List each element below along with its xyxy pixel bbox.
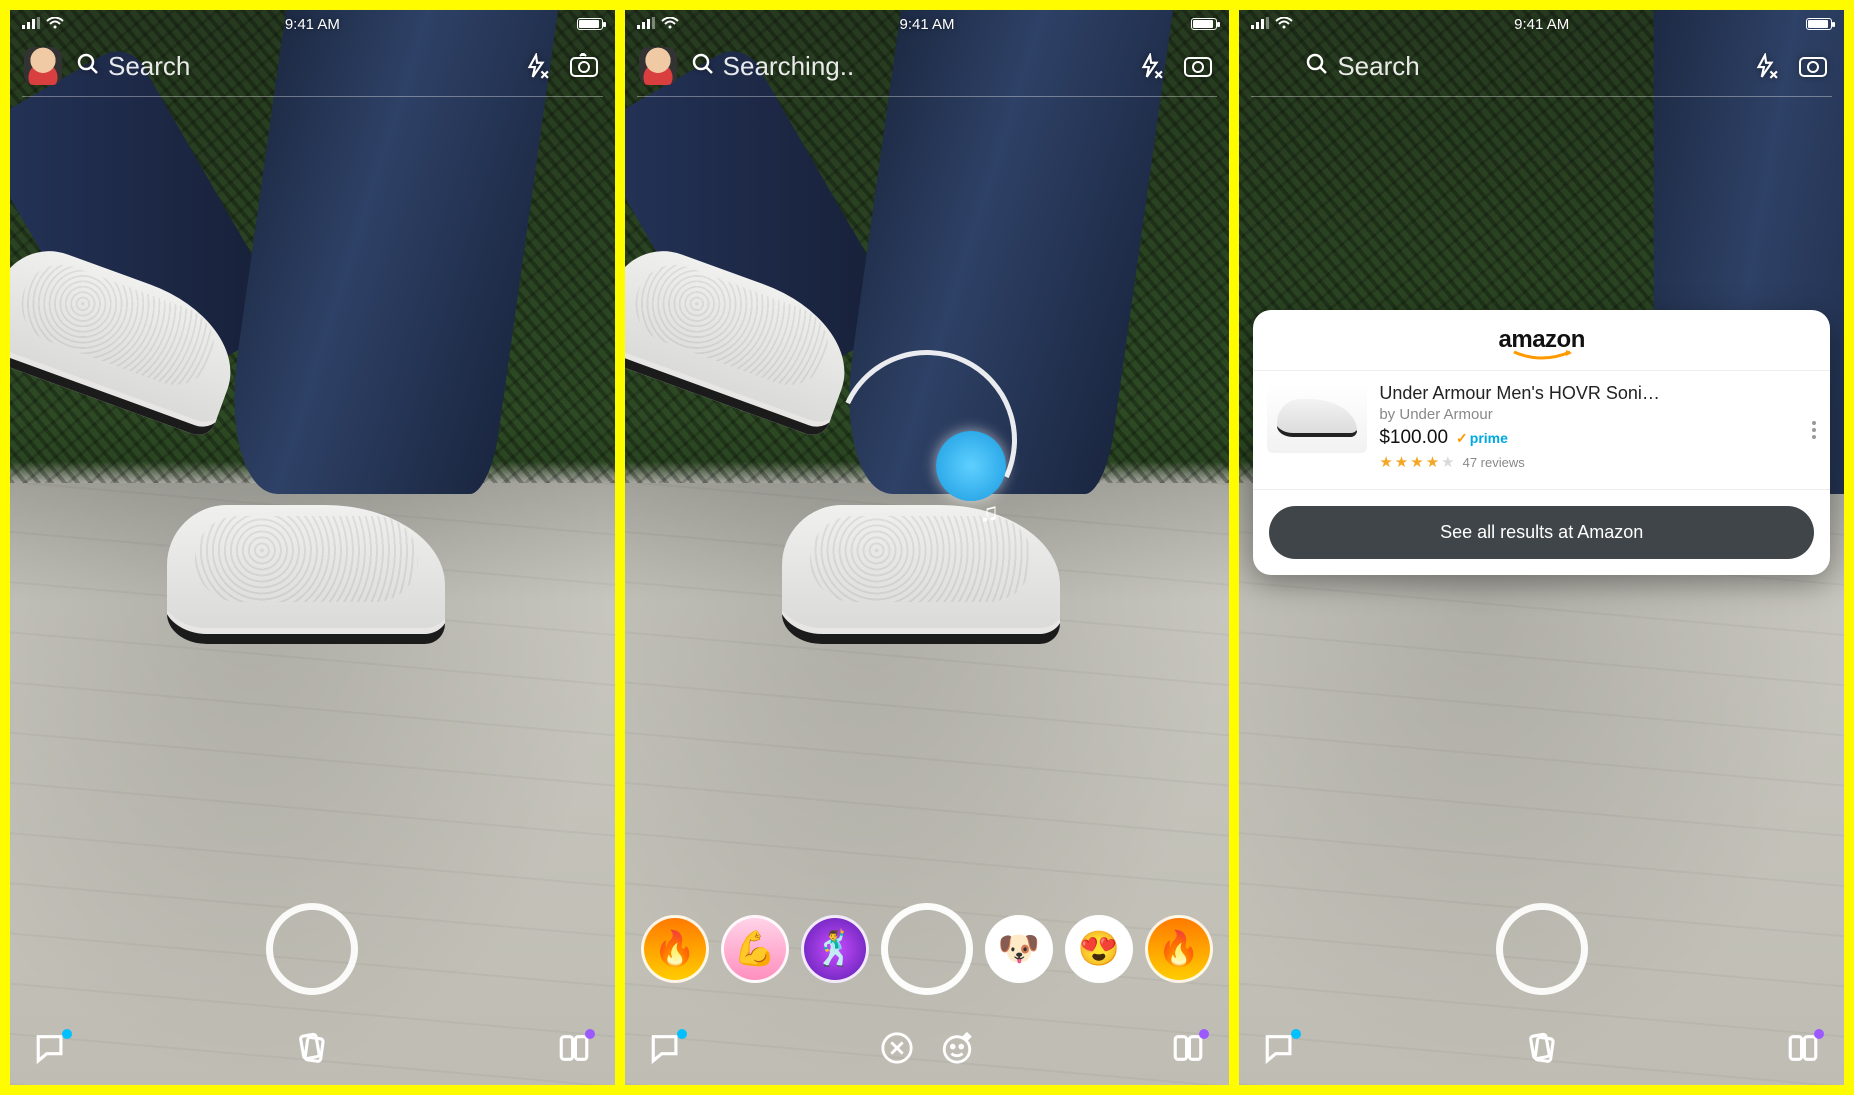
product-result-card: amazon Under Armour Men's HOVR Soni… by … bbox=[1253, 310, 1830, 575]
chat-notification-dot bbox=[677, 1029, 687, 1039]
bottom-nav bbox=[625, 1015, 1230, 1085]
top-bar: Search bbox=[10, 40, 615, 92]
status-time: 9:41 AM bbox=[10, 16, 615, 33]
search-label: Searching.. bbox=[723, 51, 855, 82]
scan-arc-icon bbox=[812, 325, 1043, 556]
status-time: 9:41 AM bbox=[625, 16, 1230, 33]
chat-notification-dot bbox=[1291, 1029, 1301, 1039]
scan-indicator: ♫ bbox=[837, 350, 1017, 530]
subject-shoe bbox=[167, 505, 445, 645]
close-lenses-button[interactable] bbox=[880, 1031, 914, 1070]
prime-badge: prime bbox=[1456, 430, 1508, 447]
flash-toggle[interactable] bbox=[519, 49, 553, 83]
chat-tab[interactable] bbox=[34, 1031, 68, 1070]
battery-icon bbox=[577, 18, 603, 30]
camera-flip-button[interactable] bbox=[1181, 49, 1215, 83]
camera-flip-button[interactable] bbox=[567, 49, 601, 83]
bottom-nav bbox=[10, 1015, 615, 1085]
capture-button[interactable] bbox=[266, 903, 358, 995]
search-label: Search bbox=[1337, 51, 1419, 82]
capture-button[interactable] bbox=[1496, 903, 1588, 995]
top-bar: Search bbox=[1239, 40, 1844, 92]
chat-tab[interactable] bbox=[649, 1031, 683, 1070]
chat-notification-dot bbox=[62, 1029, 72, 1039]
search-icon bbox=[691, 52, 715, 81]
music-note-icon: ♫ bbox=[980, 497, 1000, 528]
search-button[interactable]: Search bbox=[1305, 51, 1734, 82]
memories-tab[interactable] bbox=[1525, 1031, 1559, 1070]
status-bar: 9:41 AM bbox=[625, 10, 1230, 38]
flash-toggle[interactable] bbox=[1748, 49, 1782, 83]
stories-tab[interactable] bbox=[557, 1031, 591, 1070]
star-icon: ★ bbox=[1395, 453, 1408, 471]
product-rating: ★ ★ ★ ★ ★ 47 reviews bbox=[1379, 453, 1816, 471]
stories-tab[interactable] bbox=[1786, 1031, 1820, 1070]
topbar-divider bbox=[637, 96, 1218, 97]
product-thumbnail bbox=[1267, 383, 1367, 453]
lens-emoji: 🕺 bbox=[814, 929, 856, 969]
more-options-button[interactable] bbox=[1812, 421, 1816, 439]
lens-emoji: 💪 bbox=[734, 929, 776, 969]
search-icon bbox=[1305, 52, 1329, 81]
memories-tab[interactable] bbox=[295, 1031, 329, 1070]
star-icon: ★ bbox=[1426, 453, 1439, 471]
status-bar: 9:41 AM bbox=[1239, 10, 1844, 38]
bitmoji-avatar[interactable] bbox=[24, 47, 62, 85]
battery-icon bbox=[1191, 18, 1217, 30]
star-icon: ★ bbox=[1379, 453, 1392, 471]
topbar-divider bbox=[1251, 96, 1832, 97]
lens-emoji: 😍 bbox=[1078, 929, 1120, 969]
capture-button[interactable] bbox=[881, 903, 973, 995]
phone-screen-3: 9:41 AM Search amazon Under Armo bbox=[1239, 10, 1844, 1085]
amazon-logo: amazon bbox=[1253, 326, 1830, 360]
lens-emoji: 🐶 bbox=[998, 929, 1040, 969]
bitmoji-avatar[interactable] bbox=[639, 47, 677, 85]
store-header: amazon bbox=[1253, 310, 1830, 370]
lens-item[interactable]: 😍 bbox=[1065, 915, 1133, 983]
product-title: Under Armour Men's HOVR Soni… bbox=[1379, 383, 1816, 404]
scan-focus-dot bbox=[936, 431, 1006, 501]
see-all-results-button[interactable]: See all results at Amazon bbox=[1269, 506, 1814, 559]
status-time: 9:41 AM bbox=[1239, 16, 1844, 33]
search-button[interactable]: Searching.. bbox=[691, 51, 1120, 82]
flash-toggle[interactable] bbox=[1133, 49, 1167, 83]
reviews-count: 47 reviews bbox=[1463, 455, 1525, 470]
phone-screen-1: 9:41 AM Search bbox=[10, 10, 615, 1085]
search-label: Search bbox=[108, 51, 190, 82]
lens-item[interactable]: 🔥 bbox=[1145, 915, 1213, 983]
lens-item[interactable]: 🔥 bbox=[641, 915, 709, 983]
lens-item[interactable]: 🕺 bbox=[801, 915, 869, 983]
lens-explorer-button[interactable] bbox=[940, 1031, 974, 1070]
topbar-divider bbox=[22, 96, 603, 97]
lens-emoji: 🔥 bbox=[654, 929, 696, 969]
search-icon bbox=[76, 52, 100, 81]
lens-carousel[interactable]: 🔥 💪 🕺 🐶 😍 🔥 bbox=[625, 903, 1230, 995]
lens-item[interactable]: 💪 bbox=[721, 915, 789, 983]
stories-tab[interactable] bbox=[1171, 1031, 1205, 1070]
stories-notification-dot bbox=[585, 1029, 595, 1039]
star-icon: ★ bbox=[1441, 453, 1454, 471]
stories-notification-dot bbox=[1814, 1029, 1824, 1039]
product-brand: by Under Armour bbox=[1379, 406, 1816, 423]
phone-screen-2: 9:41 AM Searching.. ♫ 🔥 💪 🕺 🐶 😍 🔥 bbox=[625, 10, 1230, 1085]
camera-flip-button[interactable] bbox=[1796, 49, 1830, 83]
chat-tab[interactable] bbox=[1263, 1031, 1297, 1070]
star-icon: ★ bbox=[1410, 453, 1423, 471]
product-row[interactable]: Under Armour Men's HOVR Soni… by Under A… bbox=[1253, 370, 1830, 490]
top-bar: Searching.. bbox=[625, 40, 1230, 92]
lens-item[interactable]: 🐶 bbox=[985, 915, 1053, 983]
status-bar: 9:41 AM bbox=[10, 10, 615, 38]
search-button[interactable]: Search bbox=[76, 51, 505, 82]
product-price: $100.00 bbox=[1379, 427, 1448, 449]
battery-icon bbox=[1806, 18, 1832, 30]
store-name-text: amazon bbox=[1499, 326, 1585, 353]
stories-notification-dot bbox=[1199, 1029, 1209, 1039]
lens-emoji: 🔥 bbox=[1158, 929, 1200, 969]
bottom-nav bbox=[1239, 1015, 1844, 1085]
